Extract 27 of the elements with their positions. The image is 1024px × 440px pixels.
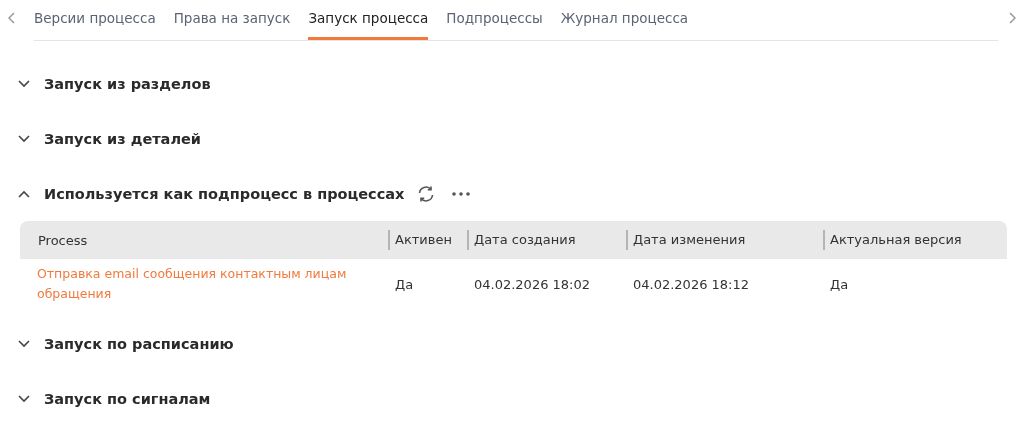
table-cell: 04.02.2026 18:02 <box>474 276 591 292</box>
column-header[interactable]: Дата изменения <box>633 232 746 247</box>
tab[interactable]: Права на запуск <box>173 0 291 40</box>
section-title: Запуск по сигналам <box>44 391 211 407</box>
chevron-left-icon[interactable] <box>8 12 16 24</box>
more-icon[interactable] <box>452 192 471 196</box>
chevron-right-icon[interactable] <box>1008 12 1016 24</box>
section-title: Запуск из деталей <box>44 131 202 147</box>
table-cell: Да <box>830 276 849 292</box>
chevron-icon[interactable] <box>18 190 30 198</box>
column-header[interactable]: Актуальная версия <box>830 232 962 247</box>
table-cell: Да <box>395 276 414 292</box>
column-header[interactable]: Активен <box>395 232 452 247</box>
tab[interactable]: Подпроцессы <box>446 0 543 40</box>
chevron-icon[interactable] <box>18 340 30 348</box>
section-title: Запуск по расписанию <box>44 336 234 352</box>
table-cell: 04.02.2026 18:12 <box>633 276 750 292</box>
column-header[interactable]: Process <box>38 232 88 248</box>
tab[interactable]: Запуск процесса <box>308 0 429 40</box>
section-title: Используется как подпроцесс в процессах <box>44 186 405 202</box>
chevron-icon[interactable] <box>18 135 30 143</box>
column-header[interactable]: Дата создания <box>474 232 576 247</box>
tab[interactable]: Журнал процесса <box>560 0 689 40</box>
tab[interactable]: Версии процесса <box>34 0 156 40</box>
chevron-icon[interactable] <box>18 80 30 88</box>
chevron-icon[interactable] <box>18 395 30 403</box>
section-title: Запуск из разделов <box>44 76 211 92</box>
